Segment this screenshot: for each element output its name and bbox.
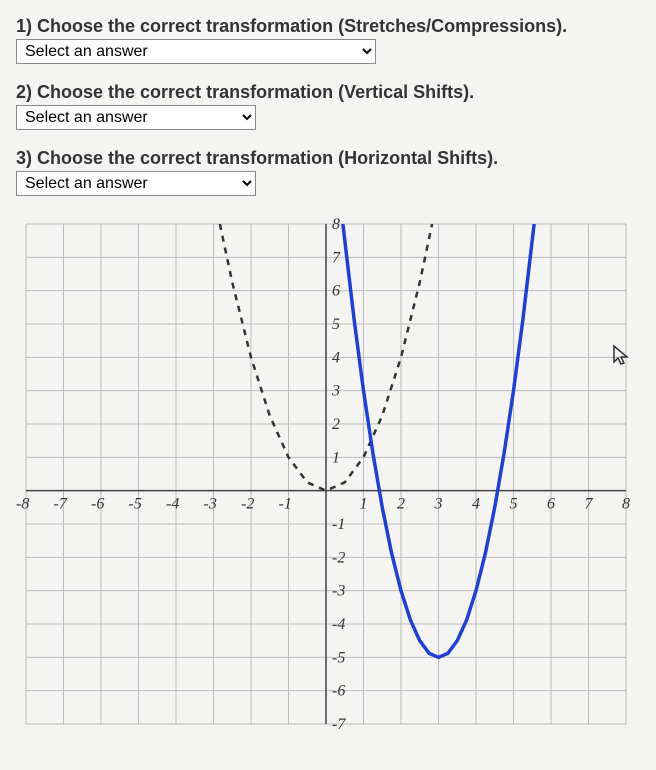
- question-3: 3) Choose the correct transformation (Ho…: [16, 148, 640, 196]
- q3-prompt: Choose the correct transformation (Horiz…: [37, 148, 498, 168]
- x-tick-label: -1: [279, 496, 292, 513]
- x-tick-label: -8: [16, 496, 29, 513]
- x-tick-label: 8: [622, 496, 630, 513]
- y-tick-label: -6: [332, 683, 345, 700]
- cursor-icon: [612, 344, 630, 366]
- y-tick-label: 3: [331, 383, 340, 400]
- x-tick-label: 7: [585, 496, 594, 513]
- transformation-graph: -8 -7 -6 -5 -4 -3 -2 -1 1 2 3 4 5 6 7 8 -7 -6 -5 -4 -3 -2 -1 1 2…: [16, 214, 636, 734]
- y-tick-label: -3: [332, 583, 345, 600]
- q2-prompt: Choose the correct transformation (Verti…: [37, 82, 474, 102]
- y-tick-label: 6: [332, 283, 340, 300]
- x-tick-label: -2: [241, 496, 254, 513]
- y-tick-label: -7: [332, 716, 346, 733]
- x-tick-label: -7: [54, 496, 68, 513]
- x-tick-label: 6: [547, 496, 555, 513]
- graph-svg: -8 -7 -6 -5 -4 -3 -2 -1 1 2 3 4 5 6 7 8 -7 -6 -5 -4 -3 -2 -1 1 2…: [16, 214, 636, 734]
- x-tick-label: 1: [360, 496, 368, 513]
- x-tick-label: 5: [510, 496, 518, 513]
- x-tick-label: 3: [434, 496, 443, 513]
- q1-select[interactable]: Select an answer: [16, 39, 376, 64]
- q2-num: 2): [16, 82, 32, 102]
- x-tick-label: -5: [129, 496, 142, 513]
- q3-select[interactable]: Select an answer: [16, 171, 256, 196]
- x-tick-label: 2: [397, 496, 405, 513]
- y-tick-label: -1: [332, 516, 345, 533]
- y-tick-label: 4: [332, 349, 340, 366]
- y-tick-label: 1: [332, 449, 340, 466]
- question-2-text: 2) Choose the correct transformation (Ve…: [16, 82, 640, 103]
- y-tick-label: -2: [332, 549, 345, 566]
- x-tick-label: -6: [91, 496, 104, 513]
- q3-num: 3): [16, 148, 32, 168]
- y-tick-label: 7: [332, 249, 341, 266]
- x-tick-label: -3: [204, 496, 217, 513]
- y-tick-label: -5: [332, 649, 345, 666]
- y-tick-label: 8: [332, 216, 340, 233]
- q2-select[interactable]: Select an answer: [16, 105, 256, 130]
- q1-prompt: Choose the correct transformation (Stret…: [37, 16, 567, 36]
- q1-num: 1): [16, 16, 32, 36]
- question-1: 1) Choose the correct transformation (St…: [16, 16, 640, 64]
- y-tick-label: 5: [332, 316, 340, 333]
- x-tick-label: -4: [166, 496, 179, 513]
- y-tick-label: 2: [332, 416, 340, 433]
- y-tick-label: -4: [332, 616, 345, 633]
- question-1-text: 1) Choose the correct transformation (St…: [16, 16, 640, 37]
- question-3-text: 3) Choose the correct transformation (Ho…: [16, 148, 640, 169]
- x-tick-label: 4: [472, 496, 480, 513]
- question-2: 2) Choose the correct transformation (Ve…: [16, 82, 640, 130]
